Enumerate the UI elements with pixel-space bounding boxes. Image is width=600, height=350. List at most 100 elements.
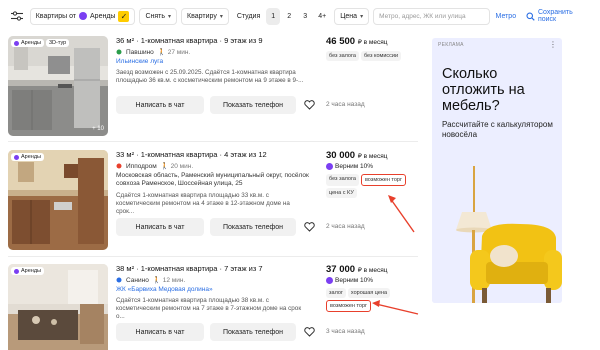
tag-highlighted: возможен торг: [360, 174, 406, 186]
photo-count: + 10: [92, 126, 104, 132]
badge-label: Аренды: [21, 154, 41, 160]
more-options-icon[interactable]: ⋮: [549, 40, 557, 49]
show-phone-button[interactable]: Показать телефон: [210, 96, 296, 114]
chat-button[interactable]: Написать в чат: [116, 323, 204, 341]
property-dropdown[interactable]: Квартиру ▾: [181, 7, 229, 25]
cashback-icon: [326, 277, 333, 284]
filters-icon[interactable]: [8, 7, 26, 25]
save-search-label: Сохранить поиск: [537, 9, 573, 23]
badge-label: Аренды: [21, 40, 41, 46]
rooms-option-1[interactable]: 1: [266, 7, 281, 25]
walk-time: 🚶 12 мин.: [152, 277, 186, 284]
property-label: Квартиру: [187, 12, 217, 20]
complex-link[interactable]: ЖК «Барвиха Медовая долина»: [116, 286, 316, 293]
save-search-button[interactable]: Сохранить поиск: [526, 9, 592, 23]
price-unit: ₽ в месяц: [357, 153, 388, 160]
listing-title[interactable]: 38 м² · 1-комнатная квартира · 7 этаж из…: [116, 264, 316, 273]
badge-label: 3D-тур: [49, 40, 67, 46]
walk-time-value: 20 мин.: [170, 163, 194, 170]
rooms-option-2[interactable]: 2: [282, 8, 296, 25]
ad-headline: Сколько отложить на мебель?: [442, 66, 525, 114]
price-value: 30 000: [326, 150, 356, 161]
armchair-lamp-illustration: [432, 166, 562, 303]
listing-tags: без залога возможен торг цена с КУ: [326, 174, 418, 198]
listing-title[interactable]: 33 м² · 1-комнатная квартира · 4 этаж из…: [116, 150, 316, 159]
tag: без залога: [326, 51, 359, 61]
walk-time-value: 27 мин.: [167, 49, 191, 56]
listing-card[interactable]: Аренды 3D-тур + 10 36 м² · 1-комнатная к…: [8, 36, 418, 146]
listing-price: 37 000 ₽ в месяц: [326, 264, 418, 275]
listing-photo[interactable]: Аренды: [8, 150, 108, 250]
listing-description: Сдаётся 1-комнатная квартира площадью 38…: [116, 297, 302, 320]
action-label: Снять: [145, 12, 166, 20]
price-unit: ₽ в месяц: [357, 267, 388, 274]
listing-card[interactable]: Аренды 33 м² · 1-комнатная квартира · 4 …: [8, 150, 418, 258]
ad-banner[interactable]: РЕКЛАМА ⋮ Сколько отложить на мебель? Ра…: [432, 38, 562, 303]
photo-badges: Аренды: [11, 153, 44, 161]
divider: [8, 141, 418, 142]
checkmark-icon: ✓: [118, 10, 130, 22]
posted-time: 2 часа назад: [326, 223, 365, 230]
chevron-down-icon: ▾: [168, 13, 172, 20]
address-search-input[interactable]: Метро, адрес, ЖК или улица: [373, 7, 490, 25]
brand-badge: Аренды: [11, 153, 44, 161]
cashback-info: Верним 10%: [326, 163, 418, 170]
favorite-heart-icon[interactable]: [302, 220, 316, 234]
listing-tags: без залога без комиссии: [326, 51, 418, 61]
brand-badge: Аренды: [11, 267, 44, 275]
divider: [8, 256, 418, 257]
price-dropdown[interactable]: Цена ▾: [334, 7, 370, 25]
listing-card[interactable]: Аренды 38 м² · 1-комнатная квартира · 7 …: [8, 264, 418, 350]
photo-badges: Аренды 3D-тур: [11, 39, 70, 47]
walk-time: 🚶 20 мин.: [160, 163, 194, 170]
listing-info: 38 м² · 1-комнатная квартира · 7 этаж из…: [116, 264, 316, 321]
chat-button[interactable]: Написать в чат: [116, 96, 204, 114]
metro-station: Санино: [126, 276, 149, 284]
price-value: 37 000: [326, 264, 356, 275]
cashback-icon: [326, 163, 333, 170]
listing-photo[interactable]: Аренды: [8, 264, 108, 350]
chevron-down-icon: ▾: [360, 13, 364, 20]
show-phone-button[interactable]: Показать телефон: [210, 323, 296, 341]
listing-title[interactable]: 36 м² · 1-комнатная квартира · 9 этаж из…: [116, 36, 316, 45]
rooms-option-4plus[interactable]: 4+: [314, 8, 330, 25]
price-label: Цена: [340, 12, 358, 20]
listing-photo[interactable]: Аренды 3D-тур + 10: [8, 36, 108, 136]
metro-info: Ипподром 🚶 20 мин.: [116, 162, 316, 170]
filter-bar: Квартиры от Аренды ✓ Снять ▾ Квартиру ▾ …: [0, 0, 600, 32]
tag-highlighted: возможен торг: [326, 300, 372, 312]
address-placeholder: Метро, адрес, ЖК или улица: [379, 12, 466, 20]
listing-actions: Написать в чат Показать телефон: [116, 323, 316, 341]
deal-type-label: Квартиры от: [35, 12, 77, 20]
tag: залог: [326, 288, 346, 298]
listing-info: 33 м² · 1-комнатная квартира · 4 этаж из…: [116, 150, 316, 216]
metro-station: Павшино: [126, 48, 154, 56]
favorite-heart-icon[interactable]: [302, 98, 316, 112]
chat-button[interactable]: Написать в чат: [116, 218, 204, 236]
brand-logo-icon: [14, 154, 19, 160]
rooms-option-studio[interactable]: Студия: [233, 8, 264, 25]
search-save-icon: [526, 12, 535, 21]
show-phone-button[interactable]: Показать телефон: [210, 218, 296, 236]
posted-time: 3 часа назад: [326, 328, 365, 335]
metro-line-icon: [116, 49, 122, 55]
metro-link[interactable]: Метро: [496, 13, 517, 20]
metro-station: Ипподром: [126, 162, 157, 170]
posted-time: 2 часа назад: [326, 101, 365, 108]
favorite-heart-icon[interactable]: [302, 325, 316, 339]
price-value: 46 500: [326, 36, 356, 47]
listing-price: 46 500 ₽ в месяц: [326, 36, 418, 47]
listing-tags: залог хорошая цена возможен торг: [326, 288, 418, 312]
tag: цена с КУ: [326, 188, 357, 198]
brand-logo-icon: [14, 268, 19, 274]
3d-tour-badge[interactable]: 3D-тур: [46, 39, 70, 47]
listing-description: Сдаётся 1-комнатная квартира площадью 33…: [116, 192, 290, 215]
action-dropdown[interactable]: Снять ▾: [139, 7, 178, 25]
walk-time: 🚶 27 мин.: [157, 49, 191, 56]
ad-subline: Рассчитайте с калькулятором новосёла: [442, 120, 553, 139]
deal-type-chip[interactable]: Квартиры от Аренды ✓: [29, 7, 136, 25]
complex-link[interactable]: Ильинские луга: [116, 58, 316, 65]
price-unit: ₽ в месяц: [357, 39, 388, 46]
rooms-option-3[interactable]: 3: [298, 8, 312, 25]
tag: хорошая цена: [347, 288, 391, 298]
